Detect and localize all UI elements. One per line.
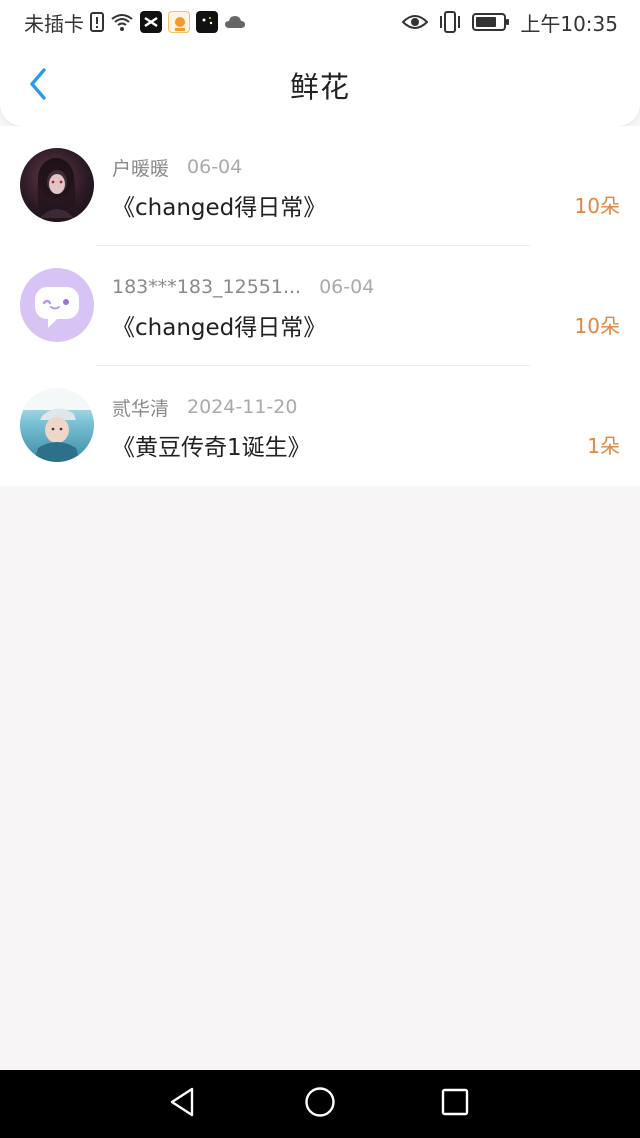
flower-list: 户暖暖 06-04 《changed得日常》 10朵 183***183_125… xyxy=(0,126,640,486)
recents-square-icon xyxy=(440,1087,470,1121)
eye-icon xyxy=(402,13,429,31)
user-name[interactable]: 户暖暖 xyxy=(112,154,169,181)
user-name[interactable]: 183***183_12551... xyxy=(112,276,301,298)
book-title[interactable]: 《changed得日常》 xyxy=(112,188,326,222)
flower-count: 1朵 xyxy=(587,434,620,458)
chevron-left-icon xyxy=(27,67,49,105)
status-left: 未插卡 xyxy=(24,8,246,37)
sim-alert-icon xyxy=(90,12,104,32)
gift-date: 2024-11-20 xyxy=(187,396,298,418)
gift-date: 06-04 xyxy=(319,276,375,298)
user-line: 户暖暖 06-04 xyxy=(112,154,242,180)
nav-recents-button[interactable] xyxy=(437,1086,473,1122)
clock-text: 上午10:35 xyxy=(520,11,618,36)
user-line: 贰华清 2024-11-20 xyxy=(112,394,297,420)
wifi-icon xyxy=(110,12,134,32)
status-right: 上午10:35 xyxy=(402,8,618,37)
carrier-text: 未插卡 xyxy=(24,11,84,36)
nav-back-button[interactable] xyxy=(164,1086,200,1122)
user-line: 183***183_12551... 06-04 xyxy=(112,274,374,300)
header: 鲜花 xyxy=(0,44,640,126)
dark-app-icon xyxy=(196,11,218,33)
battery-icon xyxy=(472,12,510,32)
user-name[interactable]: 贰华清 xyxy=(112,394,169,421)
orange-app-icon xyxy=(168,11,190,33)
avatar[interactable] xyxy=(20,388,94,462)
nav-home-button[interactable] xyxy=(302,1086,338,1122)
flower-count: 10朵 xyxy=(574,314,620,338)
cloud-icon xyxy=(224,14,246,30)
avatar[interactable] xyxy=(20,148,94,222)
gift-date: 06-04 xyxy=(187,156,243,178)
avatar[interactable] xyxy=(20,268,94,342)
book-title[interactable]: 《黄豆传奇1诞生》 xyxy=(112,428,311,462)
list-item[interactable]: 贰华清 2024-11-20 《黄豆传奇1诞生》 1朵 xyxy=(0,366,640,486)
page-title: 鲜花 xyxy=(289,70,350,104)
flower-count: 10朵 xyxy=(574,194,620,218)
vibrate-icon xyxy=(438,11,462,33)
screen: 未插卡 上午10:35 鲜花 户暖暖 06-04 《changed得日常》 10… xyxy=(0,0,640,1138)
capcut-app-icon xyxy=(140,11,162,33)
status-bar: 未插卡 上午10:35 xyxy=(0,0,640,44)
back-button[interactable] xyxy=(18,66,58,106)
list-item[interactable]: 户暖暖 06-04 《changed得日常》 10朵 xyxy=(0,126,640,246)
system-nav-bar xyxy=(0,1070,640,1138)
list-item[interactable]: 183***183_12551... 06-04 《changed得日常》 10… xyxy=(0,246,640,366)
home-circle-icon xyxy=(304,1086,336,1122)
book-title[interactable]: 《changed得日常》 xyxy=(112,308,326,342)
back-triangle-icon xyxy=(168,1086,196,1122)
